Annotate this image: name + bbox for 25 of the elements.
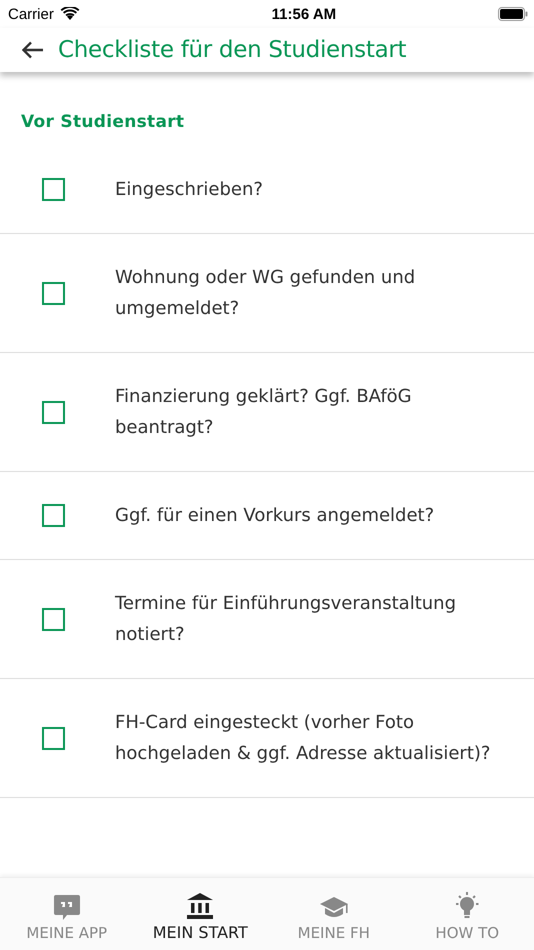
tab[interactable]: MEIN START	[134, 878, 267, 950]
checkbox[interactable]	[42, 726, 65, 750]
checklist-item-label: FH-Card eingesteckt (vorher Foto hochgeladen & ggf. Adresse aktualisiert)?	[115, 711, 492, 766]
tab[interactable]: HOW TO	[400, 878, 534, 950]
checklist-item-label: Termine für Einführungsveranstaltung notiert?	[115, 592, 457, 647]
checkbox[interactable]	[42, 282, 65, 304]
tab[interactable]: MEINE APP	[0, 878, 134, 950]
checkbox[interactable]	[42, 400, 65, 424]
checkbox[interactable]	[42, 178, 65, 201]
back-arrow-icon[interactable]	[22, 41, 44, 59]
checklist-item-label: Ggf. für einen Vorkurs angemeldet?	[115, 504, 434, 528]
checklist-item-label: Eingeschrieben?	[115, 178, 263, 202]
checklist-item-label: Wohnung oder WG gefunden und umgemeldet?	[115, 266, 416, 321]
speech-bubble-icon	[52, 893, 81, 921]
building-icon	[186, 892, 214, 920]
checkbox[interactable]	[42, 504, 65, 527]
clock-time: 11:56 AM	[272, 6, 336, 22]
page-title: Checkliste für den Studienstart	[58, 37, 406, 63]
section-title: Vor Studienstart	[20, 112, 184, 134]
tab[interactable]: MEINE FH	[267, 878, 400, 950]
battery-icon	[498, 7, 528, 21]
carrier-label: Carrier	[8, 6, 54, 22]
checklist-item-label: Finanzierung geklärt? Ggf. BAföG beantragt?	[115, 385, 413, 440]
checkbox[interactable]	[42, 608, 65, 630]
wifi-icon	[60, 7, 80, 21]
